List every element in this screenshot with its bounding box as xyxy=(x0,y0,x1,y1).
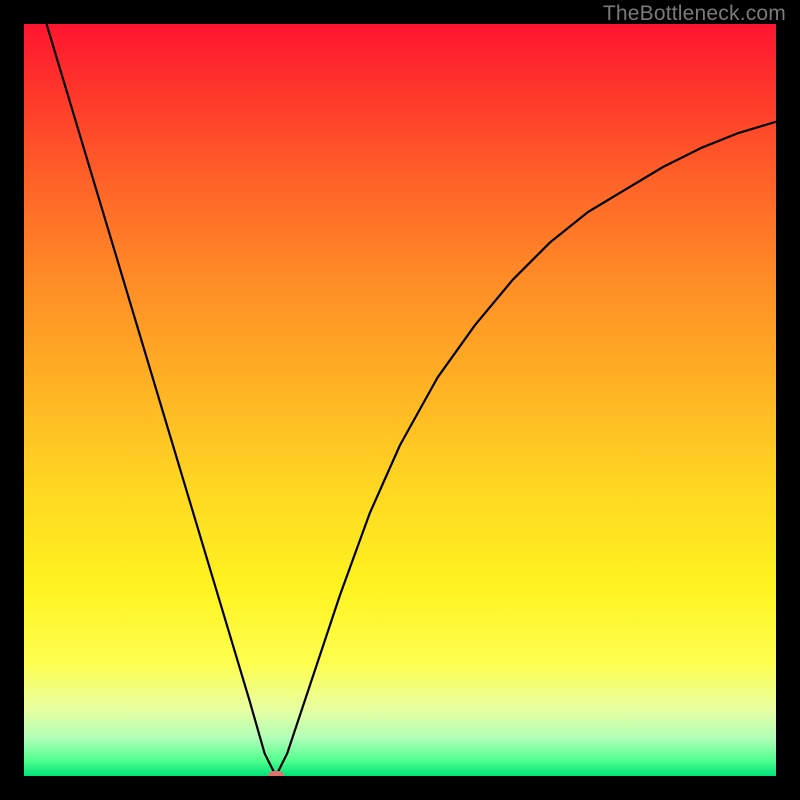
optimal-point-marker xyxy=(268,771,284,776)
watermark-text: TheBottleneck.com xyxy=(603,2,786,26)
bottleneck-curve xyxy=(24,24,776,776)
chart-frame: TheBottleneck.com xyxy=(0,0,800,800)
plot-area xyxy=(24,24,776,776)
